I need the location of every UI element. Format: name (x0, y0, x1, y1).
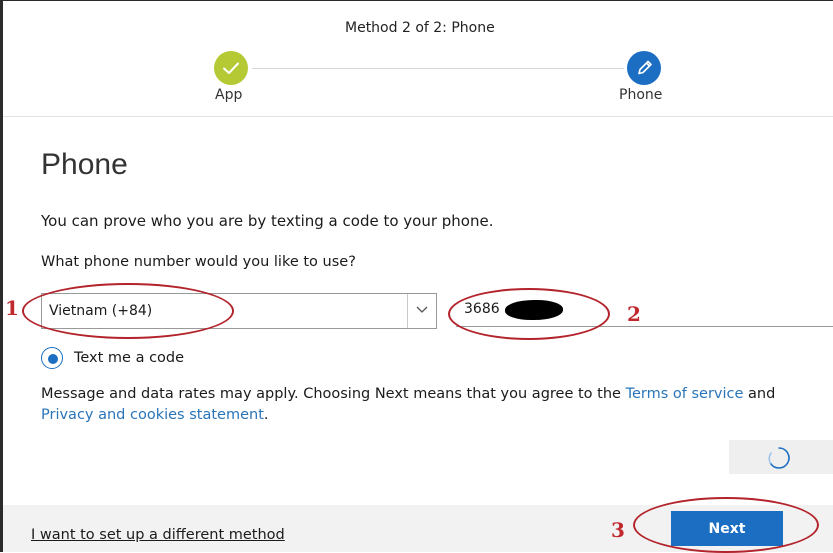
progress-title: Method 2 of 2: Phone (345, 20, 495, 36)
spinner-icon (768, 447, 790, 469)
step-connector-line (252, 68, 624, 69)
step-app-completed-icon (214, 51, 248, 85)
frame-border-top (0, 0, 833, 1)
disclaimer-part-3: . (263, 407, 269, 423)
frame-border (0, 0, 3, 552)
chevron-down-icon (416, 306, 428, 313)
phone-question-label: What phone number would you like to use? (41, 254, 356, 270)
disclaimer-text: Message and data rates may apply. Choosi… (41, 384, 811, 426)
page-title: Phone (41, 148, 128, 181)
pencil-icon (638, 60, 652, 75)
privacy-statement-link[interactable]: Privacy and cookies statement (41, 407, 264, 423)
step-app-label: App (215, 87, 243, 103)
annotation-number-1: 1 (5, 296, 19, 320)
step-phone-label: Phone (619, 87, 663, 103)
annotation-number-3: 3 (611, 518, 625, 542)
disclaimer-part-2: and (743, 386, 776, 402)
check-icon (223, 62, 239, 74)
terms-of-service-link[interactable]: Terms of service (626, 386, 744, 402)
header-divider (3, 116, 833, 117)
step-phone-current-icon (627, 51, 661, 85)
radio-label: Text me a code (74, 350, 185, 366)
annotation-number-2: 2 (627, 302, 641, 326)
different-method-link[interactable]: I want to set up a different method (31, 527, 285, 543)
annotation-ellipse-2 (448, 288, 610, 340)
radio-button[interactable] (41, 347, 63, 369)
description-text: You can prove who you are by texting a c… (41, 212, 494, 230)
annotation-ellipse-1 (22, 283, 234, 339)
loading-indicator (729, 440, 833, 474)
dropdown-toggle[interactable] (407, 294, 436, 328)
radio-selected-dot (48, 354, 58, 364)
disclaimer-part-1: Message and data rates may apply. Choosi… (41, 386, 626, 402)
annotation-ellipse-3 (633, 497, 819, 553)
